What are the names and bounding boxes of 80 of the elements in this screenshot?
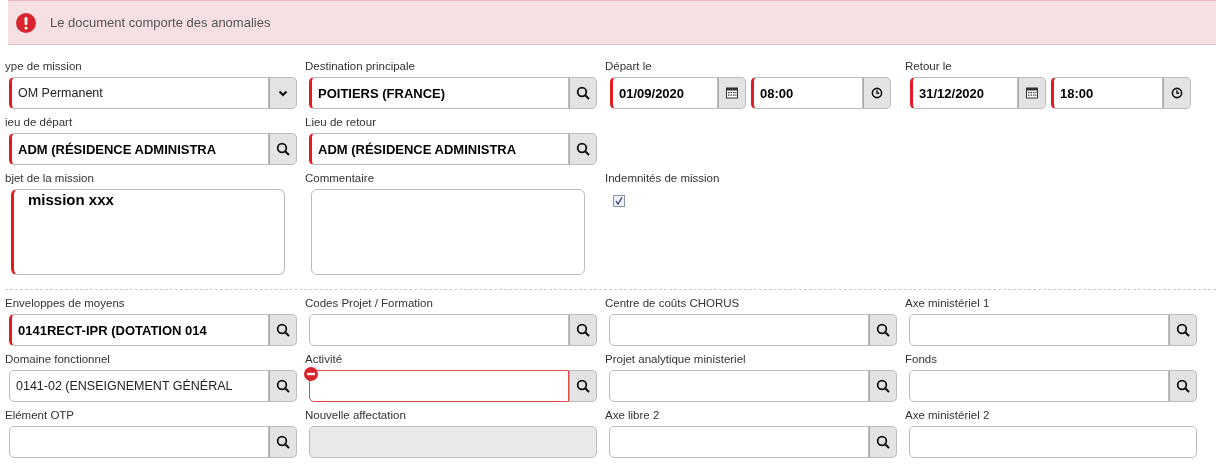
calendar-icon (1025, 86, 1039, 100)
field-label: ieu de départ (5, 115, 73, 129)
clock-icon (870, 86, 884, 100)
search-button[interactable] (869, 314, 897, 346)
input-field[interactable] (909, 314, 1169, 346)
input-field[interactable]: 18:00 (1051, 77, 1163, 109)
input-field[interactable]: 08:00 (751, 77, 863, 109)
search-icon (276, 142, 290, 156)
field-label: Destination principale (305, 59, 415, 73)
text-area[interactable]: mission xxx (11, 189, 285, 275)
search-icon (876, 435, 890, 449)
search-icon (276, 379, 290, 393)
input-field[interactable] (909, 426, 1197, 458)
input-field[interactable] (609, 426, 869, 458)
search-button[interactable] (569, 370, 597, 402)
time-button[interactable] (863, 77, 891, 109)
search-button[interactable] (269, 133, 297, 165)
search-icon (276, 435, 290, 449)
search-icon (876, 323, 890, 337)
field-label: Axe ministériel 1 (905, 296, 990, 310)
input-field[interactable]: ADM (RÉSIDENCE ADMINISTRA (309, 133, 569, 165)
field-label: Projet analytique ministeriel (605, 352, 746, 366)
calendar-button[interactable] (718, 77, 746, 109)
search-button[interactable] (869, 426, 897, 458)
search-icon (1176, 379, 1190, 393)
field-label: Activité (305, 352, 343, 366)
exclamation-icon (16, 12, 36, 33)
search-button[interactable] (269, 426, 297, 458)
input-field[interactable]: 01/09/2020 (610, 77, 718, 109)
input-field[interactable] (309, 314, 569, 346)
field-label: ype de mission (5, 59, 82, 73)
search-button[interactable] (569, 77, 597, 109)
field-label: Axe libre 2 (605, 408, 660, 422)
field-label: Retour le (905, 59, 952, 73)
search-button[interactable] (569, 314, 597, 346)
search-icon (276, 323, 290, 337)
input-field[interactable]: POITIERS (FRANCE) (309, 77, 569, 109)
search-icon (876, 379, 890, 393)
calendar-button[interactable] (1018, 77, 1046, 109)
time-button[interactable] (1163, 77, 1191, 109)
field-label: bjet de la mission (5, 171, 94, 185)
input-field[interactable] (909, 370, 1169, 402)
checkbox[interactable] (613, 195, 625, 207)
input-field[interactable]: ADM (RÉSIDENCE ADMINISTRA (9, 133, 269, 165)
field-label: Axe ministériel 2 (905, 408, 990, 422)
search-button[interactable] (269, 314, 297, 346)
error-message: Le document comporte des anomalies (50, 13, 271, 32)
field-label: Indemnités de mission (605, 171, 720, 185)
input-field[interactable] (309, 370, 569, 402)
clock-icon (1170, 86, 1184, 100)
field-label: Enveloppes de moyens (5, 296, 125, 310)
field-label: Centre de coûts CHORUS (605, 296, 740, 310)
search-icon (576, 86, 590, 100)
search-button[interactable] (269, 370, 297, 402)
search-icon (576, 323, 590, 337)
field-label: Elément OTP (5, 408, 75, 422)
search-icon (576, 142, 590, 156)
search-button[interactable] (869, 370, 897, 402)
search-button[interactable] (569, 133, 597, 165)
field-label: Commentaire (305, 171, 375, 185)
input-field[interactable]: OM Permanent (9, 77, 269, 109)
input-field[interactable]: 0141RECT-IPR (DOTATION 014 (9, 314, 269, 346)
field-label: Domaine fonctionnel (5, 352, 110, 366)
dropdown-button[interactable] (269, 77, 297, 109)
field-label: Fonds (905, 352, 937, 366)
error-icon (304, 366, 318, 381)
search-button[interactable] (1169, 314, 1197, 346)
search-button[interactable] (1169, 370, 1197, 402)
input-field[interactable] (9, 426, 269, 458)
input-field[interactable] (609, 314, 869, 346)
search-icon (1176, 323, 1190, 337)
calendar-icon (725, 86, 739, 100)
input-field[interactable] (609, 370, 869, 402)
search-icon (576, 379, 590, 393)
field-label: Codes Projet / Formation (305, 296, 433, 310)
input-field[interactable]: 0141-02 (ENSEIGNEMENT GÉNÉRAL (9, 370, 269, 402)
field-label: Départ le (605, 59, 652, 73)
input-field[interactable]: 31/12/2020 (910, 77, 1018, 109)
field-label: Lieu de retour (305, 115, 376, 129)
field-label: Nouvelle affectation (305, 408, 406, 422)
